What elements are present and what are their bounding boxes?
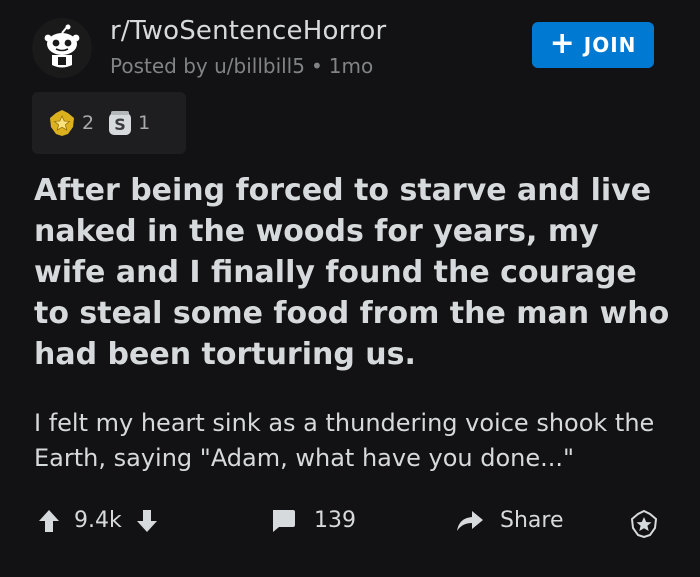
post-actions: 9.4k 139 Share	[0, 500, 700, 550]
join-label: JOIN	[583, 33, 637, 57]
comment-icon	[273, 509, 295, 532]
meta-separator: •	[310, 54, 323, 78]
comments-button[interactable]: 139	[270, 508, 356, 533]
comment-count: 139	[314, 508, 356, 533]
gold-award-icon	[50, 110, 74, 136]
share-label: Share	[500, 508, 564, 533]
share-icon	[457, 510, 483, 531]
vote-controls: 9.4k	[38, 508, 158, 533]
award-star-icon	[630, 509, 658, 539]
award-silver[interactable]: S 1	[108, 110, 150, 136]
share-button[interactable]: Share	[456, 508, 564, 533]
post-age: 1mo	[328, 54, 374, 78]
awards-bar[interactable]: 2 S 1	[32, 92, 186, 154]
post-title[interactable]: After being forced to starve and live na…	[34, 170, 674, 375]
posted-by[interactable]: Posted by u/billbill5	[110, 54, 305, 78]
svg-text:S: S	[114, 115, 126, 134]
subreddit-name[interactable]: r/TwoSentenceHorror	[110, 16, 386, 46]
upvote-icon[interactable]	[38, 509, 60, 533]
downvote-icon[interactable]	[136, 509, 158, 533]
post-header: r/TwoSentenceHorror Posted by u/billbill…	[32, 14, 668, 84]
join-button[interactable]: + JOIN	[532, 22, 654, 68]
snoo-icon	[44, 24, 80, 68]
post-body: I felt my heart sink as a thundering voi…	[34, 409, 655, 472]
vote-count: 9.4k	[74, 508, 122, 533]
subreddit-avatar[interactable]	[32, 18, 92, 78]
give-award-button[interactable]	[630, 509, 658, 542]
silver-award-count: 1	[138, 112, 151, 134]
plus-icon: +	[549, 25, 576, 61]
gold-award-count: 2	[82, 112, 95, 134]
award-gold[interactable]: 2	[48, 109, 94, 137]
post-meta: Posted by u/billbill5 • 1mo	[110, 54, 373, 78]
silver-award-icon: S	[109, 111, 132, 135]
